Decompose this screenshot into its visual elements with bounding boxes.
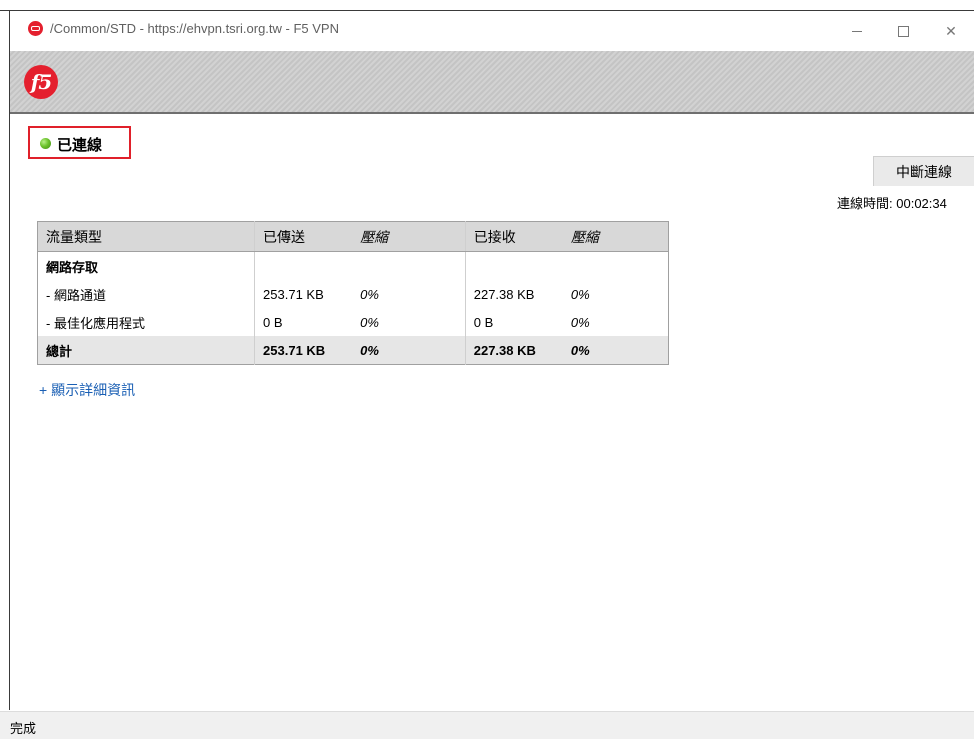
- total-received-compression: 0%: [562, 336, 669, 365]
- col-header-sent-compression: 壓縮: [352, 221, 466, 252]
- disconnect-button[interactable]: 中斷連線: [873, 156, 974, 186]
- table-header-row: 流量類型 已傳送 壓縮 已接收 壓縮: [37, 221, 669, 252]
- connection-duration: 連線時間: 00:02:34: [837, 193, 947, 212]
- total-received: 227.38 KB: [464, 336, 563, 365]
- row-received: 227.38 KB: [464, 280, 563, 308]
- col-header-sent: 已傳送: [254, 221, 353, 252]
- close-button[interactable]: ✕: [928, 11, 974, 51]
- status-bar: 完成: [0, 711, 974, 739]
- row-type: - 最佳化應用程式: [46, 315, 145, 331]
- row-sent: 0 B: [254, 308, 353, 336]
- minimize-button[interactable]: [834, 11, 880, 51]
- table-row: - 最佳化應用程式 0 B 0% 0 B 0%: [38, 308, 669, 336]
- duration-value: 00:02:34: [896, 196, 947, 211]
- maximize-button[interactable]: [880, 11, 926, 51]
- total-type: 總計: [37, 336, 255, 365]
- traffic-stats-table: 流量類型 已傳送 壓縮 已接收 壓縮 網路存取 - 網路通道 253.71 KB…: [37, 221, 669, 365]
- row-received-compression: [563, 252, 669, 281]
- table-row: - 網路通道 253.71 KB 0% 227.38 KB 0%: [38, 280, 669, 308]
- row-type: - 網路通道: [46, 287, 106, 303]
- row-sent-compression: [352, 252, 465, 281]
- banner-divider: [10, 112, 974, 114]
- f5-logo: f5: [24, 65, 58, 99]
- minimize-icon: [852, 30, 862, 32]
- status-bar-text: 完成: [10, 721, 37, 736]
- row-sent-compression: 0%: [360, 314, 379, 330]
- row-sent: [254, 251, 353, 280]
- total-row: 總計 253.71 KB 0% 227.38 KB 0%: [37, 336, 669, 365]
- row-received-compression: 0%: [570, 286, 590, 302]
- total-sent-compression: 0%: [352, 336, 466, 365]
- row-sent: 253.71 KB: [254, 280, 353, 308]
- row-received-compression: 0%: [570, 314, 590, 330]
- f5-banner: f5: [10, 51, 974, 113]
- window-title: /Common/STD - https://ehvpn.tsri.org.tw …: [50, 21, 339, 36]
- col-header-received: 已接收: [464, 221, 563, 252]
- duration-label: 連線時間:: [837, 196, 893, 211]
- col-header-received-compression: 壓縮: [562, 221, 669, 252]
- row-sent-compression: 0%: [360, 286, 379, 302]
- show-details-link[interactable]: + 顯示詳細資訊: [39, 380, 135, 400]
- col-header-type: 流量類型: [37, 221, 255, 252]
- status-indicator-icon: [40, 138, 51, 149]
- close-icon: ✕: [945, 22, 957, 39]
- row-type: 網路存取: [46, 259, 99, 275]
- status-label: 已連線: [57, 137, 103, 154]
- table-row: 網路存取: [38, 251, 669, 281]
- f5-app-icon: [28, 21, 43, 36]
- title-bar[interactable]: /Common/STD - https://ehvpn.tsri.org.tw …: [10, 11, 974, 51]
- row-received: [464, 251, 563, 280]
- window-frame-left: [9, 10, 10, 710]
- maximize-icon: [897, 25, 909, 37]
- total-sent: 253.71 KB: [254, 336, 353, 365]
- row-received: 0 B: [464, 308, 563, 336]
- connection-status: 已連線: [28, 126, 131, 159]
